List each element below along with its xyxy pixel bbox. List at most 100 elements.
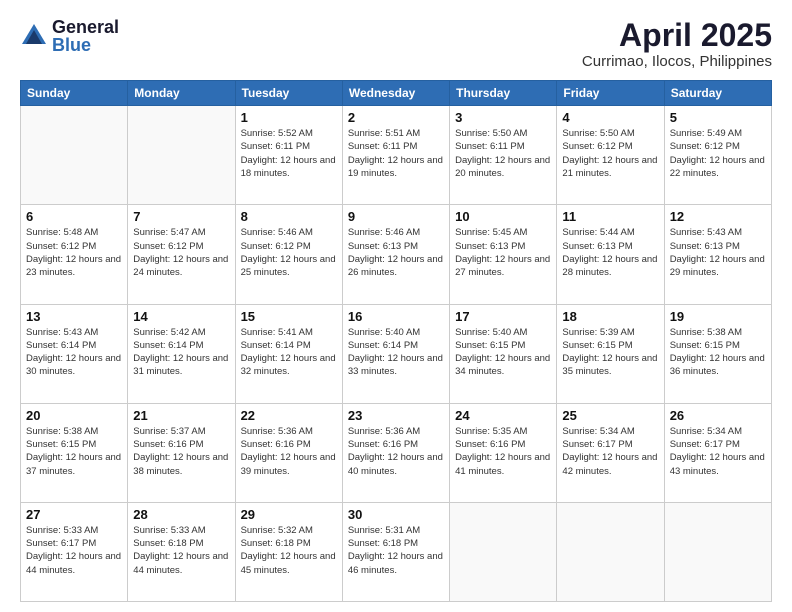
day-info: Sunrise: 5:38 AMSunset: 6:15 PMDaylight:…	[670, 326, 766, 379]
day-number: 10	[455, 209, 551, 224]
day-number: 23	[348, 408, 444, 423]
day-info: Sunrise: 5:42 AMSunset: 6:14 PMDaylight:…	[133, 326, 229, 379]
sunrise-label: Sunrise: 5:52 AM	[241, 128, 313, 139]
day-info: Sunrise: 5:39 AMSunset: 6:15 PMDaylight:…	[562, 326, 658, 379]
sunrise-label: Sunrise: 5:31 AM	[348, 525, 420, 536]
sunset-label: Sunset: 6:16 PM	[455, 439, 525, 450]
col-sunday: Sunday	[21, 81, 128, 106]
daylight-label: Daylight: 12 hours and 29 minutes.	[670, 254, 765, 278]
sunrise-label: Sunrise: 5:40 AM	[348, 327, 420, 338]
day-number: 6	[26, 209, 122, 224]
calendar-header-row: Sunday Monday Tuesday Wednesday Thursday…	[21, 81, 772, 106]
sunrise-label: Sunrise: 5:33 AM	[26, 525, 98, 536]
sunset-label: Sunset: 6:17 PM	[562, 439, 632, 450]
table-row: 1Sunrise: 5:52 AMSunset: 6:11 PMDaylight…	[235, 106, 342, 205]
sunset-label: Sunset: 6:17 PM	[26, 538, 96, 549]
table-row: 13 Sunrise: 5:43 AMSunset: 6:14 PMDayligh…	[21, 304, 128, 403]
daylight-label: Daylight: 12 hours and 30 minutes.	[26, 353, 121, 377]
sunset-label: Sunset: 6:13 PM	[455, 241, 525, 252]
day-number: 4	[562, 110, 658, 125]
sunrise-label: Sunrise: 5:42 AM	[133, 327, 205, 338]
sunset-label: Sunset: 6:11 PM	[241, 141, 311, 152]
sunrise-label: Sunrise: 5:51 AM	[348, 128, 420, 139]
day-info: Sunrise: 5:37 AMSunset: 6:16 PMDaylight:…	[133, 425, 229, 478]
sunrise-label: Sunrise: 5:50 AM	[562, 128, 634, 139]
table-row: 29Sunrise: 5:32 AMSunset: 6:18 PMDayligh…	[235, 502, 342, 601]
day-number: 1	[241, 110, 337, 125]
sunset-label: Sunset: 6:15 PM	[670, 340, 740, 351]
day-info: Sunrise: 5:43 AMSunset: 6:13 PMDaylight:…	[670, 226, 766, 279]
table-row: 22Sunrise: 5:36 AMSunset: 6:16 PMDayligh…	[235, 403, 342, 502]
day-number: 9	[348, 209, 444, 224]
daylight-label: Daylight: 12 hours and 38 minutes.	[133, 452, 228, 476]
calendar-week-row: 1 Sunrise: 5:52 AM Sunset: 6:11 PM Daylight…	[21, 106, 772, 205]
daylight-label: Daylight: 12 hours and 25 minutes.	[241, 254, 336, 278]
day-info: Sunrise: 5:46 AMSunset: 6:12 PMDaylight:…	[241, 226, 337, 279]
col-wednesday: Wednesday	[342, 81, 449, 106]
table-row: 30Sunrise: 5:31 AMSunset: 6:18 PMDayligh…	[342, 502, 449, 601]
day-number: 14	[133, 309, 229, 324]
sunrise-label: Sunrise: 5:49 AM	[670, 128, 742, 139]
table-row: 11Sunrise: 5:44 AMSunset: 6:13 PMDayligh…	[557, 205, 664, 304]
sunset-label: Sunset: 6:18 PM	[241, 538, 311, 549]
sunrise-label: Sunrise: 5:35 AM	[455, 426, 527, 437]
table-row: 12Sunrise: 5:43 AMSunset: 6:13 PMDayligh…	[664, 205, 771, 304]
day-number: 28	[133, 507, 229, 522]
table-row	[21, 106, 128, 205]
daylight-label: Daylight: 12 hours and 26 minutes.	[348, 254, 443, 278]
day-info: Sunrise: 5:33 AM Sunset: 6:17 PM Daylight:…	[26, 524, 122, 577]
daylight-label: Daylight: 12 hours and 22 minutes.	[670, 155, 765, 179]
calendar-week-row: 13 Sunrise: 5:43 AMSunset: 6:14 PMDayligh…	[21, 304, 772, 403]
day-info: Sunrise: 5:40 AMSunset: 6:14 PMDaylight:…	[348, 326, 444, 379]
day-number: 19	[670, 309, 766, 324]
table-row: 28 Sunrise: 5:33 AMSunset: 6:18 PMDayligh…	[128, 502, 235, 601]
sunrise-label: Sunrise: 5:38 AM	[26, 426, 98, 437]
table-row: 9 Sunrise: 5:46 AMSunset: 6:13 PMDaylight…	[342, 205, 449, 304]
day-info: Sunrise: 5:41 AMSunset: 6:14 PMDaylight:…	[241, 326, 337, 379]
sunset-label: Sunset: 6:14 PM	[241, 340, 311, 351]
day-number: 13	[26, 309, 122, 324]
table-row	[450, 502, 557, 601]
table-row: 18Sunrise: 5:39 AMSunset: 6:15 PMDayligh…	[557, 304, 664, 403]
day-number: 15	[241, 309, 337, 324]
day-info: Sunrise: 5:38 AMSunset: 6:15 PMDaylight:…	[26, 425, 122, 478]
day-info: Sunrise: 5:48 AMSunset: 6:12 PMDaylight:…	[26, 226, 122, 279]
daylight-label: Daylight: 12 hours and 40 minutes.	[348, 452, 443, 476]
table-row: 14 Sunrise: 5:42 AMSunset: 6:14 PMDayligh…	[128, 304, 235, 403]
sunset-label: Sunset: 6:12 PM	[133, 241, 203, 252]
sunrise-label: Sunrise: 5:47 AM	[133, 227, 205, 238]
sunset-label: Sunset: 6:12 PM	[241, 241, 311, 252]
day-info: Sunrise: 5:32 AMSunset: 6:18 PMDaylight:…	[241, 524, 337, 577]
day-info: Sunrise: 5:33 AMSunset: 6:18 PMDaylight:…	[133, 524, 229, 577]
day-number: 30	[348, 507, 444, 522]
table-row: 6 Sunrise: 5:48 AMSunset: 6:12 PMDaylight…	[21, 205, 128, 304]
table-row: 7Sunrise: 5:47 AMSunset: 6:12 PMDaylight…	[128, 205, 235, 304]
logo-general: General	[52, 18, 119, 36]
day-info: Sunrise: 5:45 AMSunset: 6:13 PMDaylight:…	[455, 226, 551, 279]
calendar-week-row: 6 Sunrise: 5:48 AMSunset: 6:12 PMDaylight…	[21, 205, 772, 304]
sunset-label: Sunset: 6:16 PM	[348, 439, 418, 450]
table-row: 5Sunrise: 5:49 AMSunset: 6:12 PMDaylight…	[664, 106, 771, 205]
daylight-label: Daylight: 12 hours and 28 minutes.	[562, 254, 657, 278]
col-tuesday: Tuesday	[235, 81, 342, 106]
day-info: Sunrise: 5:52 AMSunset: 6:11 PMDaylight:…	[241, 127, 337, 180]
daylight-label: Daylight: 12 hours and 19 minutes.	[348, 155, 443, 179]
table-row: 27 Sunrise: 5:33 AM Sunset: 6:17 PM Dayligh…	[21, 502, 128, 601]
day-number: 2	[348, 110, 444, 125]
daylight-label: Daylight: 12 hours and 23 minutes.	[26, 254, 121, 278]
day-number: 25	[562, 408, 658, 423]
daylight-label: Daylight: 12 hours and 24 minutes.	[133, 254, 228, 278]
daylight-label: Daylight: 12 hours and 41 minutes.	[455, 452, 550, 476]
table-row	[664, 502, 771, 601]
sunrise-label: Sunrise: 5:39 AM	[562, 327, 634, 338]
day-info: Sunrise: 5:46 AMSunset: 6:13 PMDaylight:…	[348, 226, 444, 279]
col-thursday: Thursday	[450, 81, 557, 106]
day-number: 27	[26, 507, 122, 522]
sunset-label: Sunset: 6:18 PM	[133, 538, 203, 549]
day-number: 21	[133, 408, 229, 423]
daylight-label: Daylight: 12 hours and 45 minutes.	[241, 551, 336, 575]
location: Currimao, Ilocos, Philippines	[582, 53, 772, 70]
sunrise-label: Sunrise: 5:41 AM	[241, 327, 313, 338]
daylight-label: Daylight: 12 hours and 44 minutes.	[26, 551, 121, 575]
day-info: Sunrise: 5:43 AMSunset: 6:14 PMDaylight:…	[26, 326, 122, 379]
